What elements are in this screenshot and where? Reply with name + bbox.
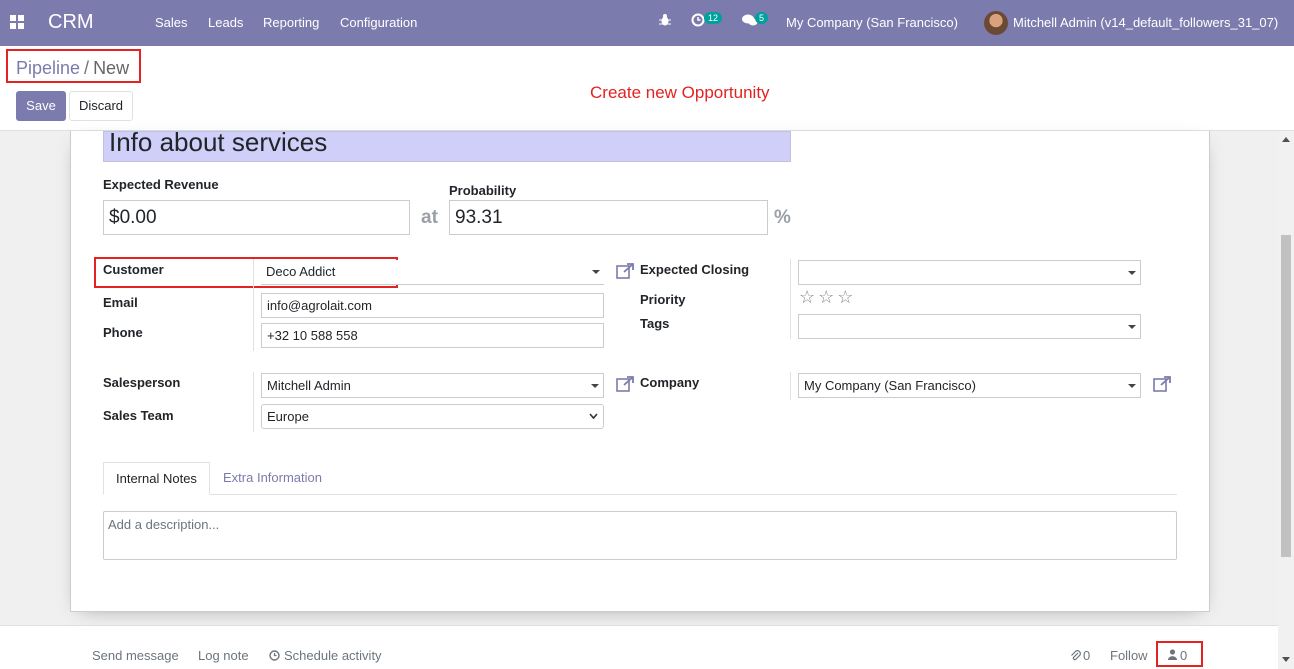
field-divider-right	[790, 259, 791, 339]
breadcrumb: Pipeline / New	[6, 49, 141, 83]
activity-count-badge: 12	[704, 12, 723, 24]
message-count-badge: 5	[755, 12, 769, 24]
followers-count: 0	[1180, 648, 1188, 663]
customer-select[interactable]: Deco Addict	[261, 260, 604, 285]
attachment-count[interactable]: 0	[1083, 648, 1090, 663]
opportunity-title-input[interactable]: Info about services	[103, 129, 791, 162]
priority-stars[interactable]: ☆☆☆	[799, 287, 856, 308]
scroll-down-arrow-icon[interactable]	[1282, 657, 1290, 662]
sales-team-select[interactable]: Europe	[261, 404, 604, 429]
menu-configuration[interactable]: Configuration	[340, 15, 417, 30]
expected-revenue-input[interactable]: $0.00	[103, 200, 410, 235]
activity-clock-icon[interactable]	[691, 13, 705, 30]
company-external-link-icon[interactable]	[1153, 376, 1172, 392]
expected-revenue-label: Expected Revenue	[103, 177, 219, 192]
email-label: Email	[103, 295, 138, 310]
follow-button[interactable]: Follow	[1110, 648, 1148, 663]
probability-input[interactable]: 93.31	[449, 200, 768, 235]
annotation-label: Create new Opportunity	[590, 83, 770, 102]
company-caret[interactable]	[1128, 384, 1136, 388]
company-select[interactable]: My Company (San Francisco)	[798, 373, 1141, 398]
priority-label: Priority	[640, 292, 686, 307]
percent-label: %	[774, 207, 791, 228]
expected-closing-input[interactable]	[798, 260, 1141, 285]
form-sheet: Info about services Expected Revenue $0.…	[70, 129, 1210, 612]
send-message-button[interactable]: Send message	[92, 648, 179, 663]
breadcrumb-pipeline[interactable]: Pipeline	[16, 58, 80, 78]
field-divider	[253, 259, 254, 351]
field-divider	[253, 372, 254, 432]
at-label: at	[421, 207, 438, 228]
scroll-thumb[interactable]	[1281, 235, 1291, 557]
menu-leads[interactable]: Leads	[208, 15, 243, 30]
email-input[interactable]: info@agrolait.com	[261, 293, 604, 318]
user-avatar[interactable]	[984, 11, 1008, 35]
tags-label: Tags	[640, 316, 670, 331]
schedule-activity-button[interactable]: Schedule activity	[284, 648, 382, 663]
field-divider-right	[790, 372, 791, 400]
salesperson-value: Mitchell Admin	[267, 378, 351, 393]
external-link-icon[interactable]	[616, 263, 635, 279]
menu-reporting[interactable]: Reporting	[263, 15, 319, 30]
company-switcher[interactable]: My Company (San Francisco)	[786, 15, 958, 30]
expected-closing-label: Expected Closing	[640, 262, 750, 277]
sales-team-label: Sales Team	[103, 408, 174, 423]
phone-input[interactable]: +32 10 588 558	[261, 323, 604, 348]
apps-menu-icon[interactable]	[10, 15, 24, 29]
vertical-scrollbar[interactable]	[1278, 131, 1294, 669]
salesperson-label: Salesperson	[103, 375, 181, 390]
user-icon	[1168, 649, 1177, 660]
app-brand[interactable]: CRM	[48, 11, 94, 34]
expected-closing-caret[interactable]	[1128, 271, 1136, 275]
clock-icon	[269, 650, 280, 661]
tab-internal-notes[interactable]: Internal Notes	[103, 462, 210, 495]
description-textarea[interactable]: Add a description...	[103, 511, 1177, 560]
chatter-bar: Send message Log note Schedule activity …	[0, 625, 1278, 669]
breadcrumb-current: New	[93, 58, 130, 78]
log-note-button[interactable]: Log note	[198, 648, 249, 663]
tags-caret[interactable]	[1128, 325, 1136, 329]
notebook-tabs: Internal Notes Extra Information	[103, 462, 1177, 495]
breadcrumb-separator: /	[84, 58, 90, 78]
menu-sales[interactable]: Sales	[155, 15, 188, 30]
tags-input[interactable]	[798, 314, 1141, 339]
salesperson-external-link-icon[interactable]	[616, 376, 635, 392]
control-panel: Pipeline / New Create new Opportunity Save…	[0, 46, 1294, 131]
scroll-up-arrow-icon[interactable]	[1282, 137, 1290, 142]
customer-value: Deco Addict	[266, 264, 336, 279]
probability-label: Probability	[449, 183, 517, 198]
debug-bug-icon[interactable]	[659, 13, 671, 30]
tab-extra-information[interactable]: Extra Information	[211, 462, 334, 495]
company-label: Company	[640, 375, 700, 390]
followers-highlight-box[interactable]: 0	[1156, 641, 1203, 667]
chevron-down-icon[interactable]	[589, 413, 598, 420]
salesperson-select[interactable]: Mitchell Admin	[261, 373, 604, 398]
user-menu[interactable]: Mitchell Admin (v14_default_followers_31…	[1013, 15, 1278, 30]
phone-label: Phone	[103, 325, 143, 340]
company-value: My Company (San Francisco)	[804, 378, 976, 393]
top-navbar: CRM Sales Leads Reporting Configuration …	[0, 0, 1294, 46]
customer-label: Customer	[103, 262, 164, 277]
paperclip-icon[interactable]	[1070, 649, 1081, 662]
salesperson-caret[interactable]	[591, 384, 599, 388]
customer-dropdown-caret[interactable]	[592, 270, 600, 274]
discard-button[interactable]: Discard	[69, 91, 133, 121]
save-button[interactable]: Save	[16, 91, 66, 121]
sales-team-value: Europe	[267, 409, 309, 424]
